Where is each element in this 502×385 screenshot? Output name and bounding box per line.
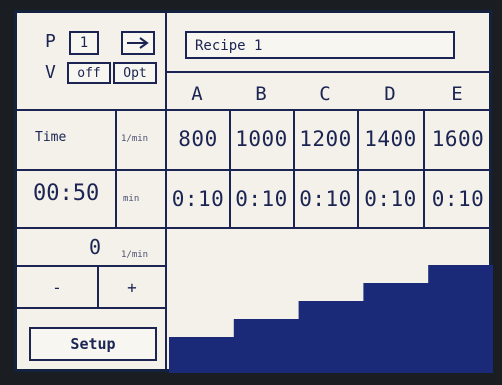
off-button[interactable]: off	[67, 62, 111, 84]
profile-step-c	[298, 301, 364, 373]
row-divider-top	[17, 109, 491, 111]
touch-screen: P 1 V off Opt Recipe 1 A B C D E 800 100…	[14, 10, 493, 373]
row-divider-middle	[17, 169, 491, 171]
header-divider	[165, 71, 491, 73]
time-cell-a[interactable]: 0:10	[167, 189, 229, 210]
unit-divider	[115, 109, 117, 227]
column-header-a: A	[191, 83, 203, 105]
speed-unit-label: 1/min	[121, 134, 149, 144]
profile-step-a	[169, 337, 235, 373]
speed-cell-c[interactable]: 1200	[294, 129, 357, 150]
current-speed-unit: 1/min	[121, 250, 149, 260]
profile-step-d	[363, 283, 429, 373]
column-header-c: C	[319, 83, 331, 105]
profile-step-b	[233, 319, 300, 373]
speed-cell-d[interactable]: 1400	[358, 129, 423, 150]
time-cell-c[interactable]: 0:10	[294, 189, 357, 210]
speed-profile-chart	[169, 265, 493, 373]
column-header-d: D	[384, 83, 396, 105]
time-cell-e[interactable]: 0:10	[424, 189, 492, 210]
time-label: Time	[35, 130, 67, 145]
time-unit-label: min	[123, 194, 140, 204]
next-program-button[interactable]	[121, 31, 155, 55]
program-number-field[interactable]: 1	[69, 31, 99, 55]
time-cell-d[interactable]: 0:10	[358, 189, 423, 210]
program-label: P	[45, 31, 56, 52]
v-label: V	[45, 62, 56, 83]
setup-button[interactable]: Setup	[29, 327, 157, 361]
row-divider-bottom	[17, 227, 491, 229]
speed-cell-e[interactable]: 1600	[424, 129, 492, 150]
increase-button[interactable]: +	[99, 267, 165, 307]
column-header-e: E	[451, 83, 463, 105]
speed-cell-a[interactable]: 800	[167, 129, 229, 150]
profile-step-e	[428, 265, 493, 373]
time-cell-b[interactable]: 0:10	[230, 189, 293, 210]
opt-button[interactable]: Opt	[113, 62, 157, 84]
arrow-right-icon	[127, 37, 149, 49]
speed-cell-b[interactable]: 1000	[230, 129, 293, 150]
current-speed-value: 0	[89, 235, 102, 259]
decrease-button[interactable]: -	[17, 267, 97, 307]
column-header-b: B	[255, 83, 267, 105]
recipe-name-field[interactable]: Recipe 1	[185, 31, 455, 59]
total-time-value: 00:50	[33, 181, 100, 206]
